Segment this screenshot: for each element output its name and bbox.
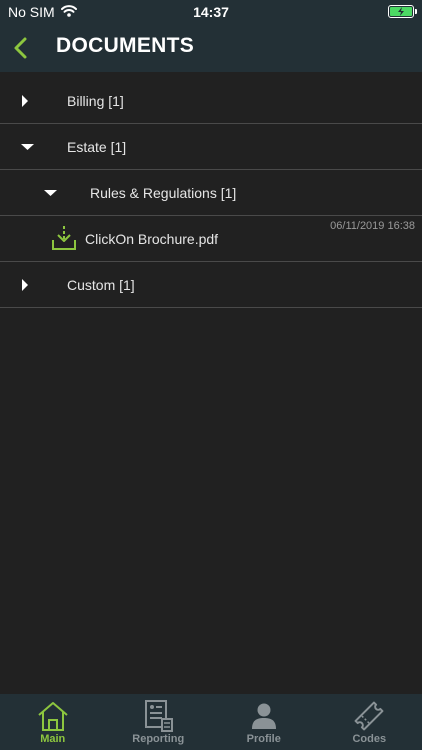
tab-label: Profile (246, 733, 281, 745)
download-icon[interactable] (50, 224, 78, 257)
page-title: DOCUMENTS (56, 34, 195, 57)
tab-label: Reporting (132, 733, 185, 745)
folder-label: Estate [1] (67, 139, 127, 155)
tab-bar: Main Reporting Profile Codes (0, 694, 422, 750)
tab-profile[interactable]: Profile (211, 694, 317, 750)
caret-right-icon (21, 262, 29, 308)
tab-reporting[interactable]: Reporting (106, 694, 212, 750)
report-icon (142, 699, 174, 733)
battery-icon (388, 5, 417, 18)
charging-bolt-icon (398, 7, 404, 16)
file-label: ClickOn Brochure.pdf (85, 231, 219, 247)
tab-main[interactable]: Main (0, 694, 106, 750)
tree-file-clickon-brochure[interactable]: ClickOn Brochure.pdf 06/11/2019 16:38 (0, 216, 422, 262)
caret-down-icon (44, 170, 57, 216)
folder-label: Custom [1] (67, 277, 135, 293)
tree-folder-custom[interactable]: Custom [1] (0, 262, 422, 308)
file-date: 06/11/2019 16:38 (330, 220, 415, 232)
back-button[interactable] (6, 32, 34, 64)
caret-down-icon (21, 124, 34, 170)
status-time: 14:37 (193, 4, 229, 20)
status-bar: No SIM 14:37 (0, 0, 422, 24)
home-icon (36, 699, 70, 733)
folder-label: Billing [1] (67, 93, 124, 109)
person-icon (249, 699, 279, 733)
folder-label: Rules & Regulations [1] (90, 185, 237, 201)
ticket-icon (352, 699, 386, 733)
chevron-left-icon (14, 37, 27, 59)
tab-label: Main (40, 733, 66, 745)
tree-folder-estate[interactable]: Estate [1] (0, 124, 422, 170)
caret-right-icon (21, 78, 29, 124)
nav-bar: DOCUMENTS (0, 24, 422, 72)
tree-folder-rules-regulations[interactable]: Rules & Regulations [1] (0, 170, 422, 216)
tree-folder-billing[interactable]: Billing [1] (0, 78, 422, 124)
tab-codes[interactable]: Codes (317, 694, 422, 750)
tab-label: Codes (352, 733, 387, 745)
document-tree: Billing [1] Estate [1] Rules & Regulatio… (0, 78, 422, 308)
